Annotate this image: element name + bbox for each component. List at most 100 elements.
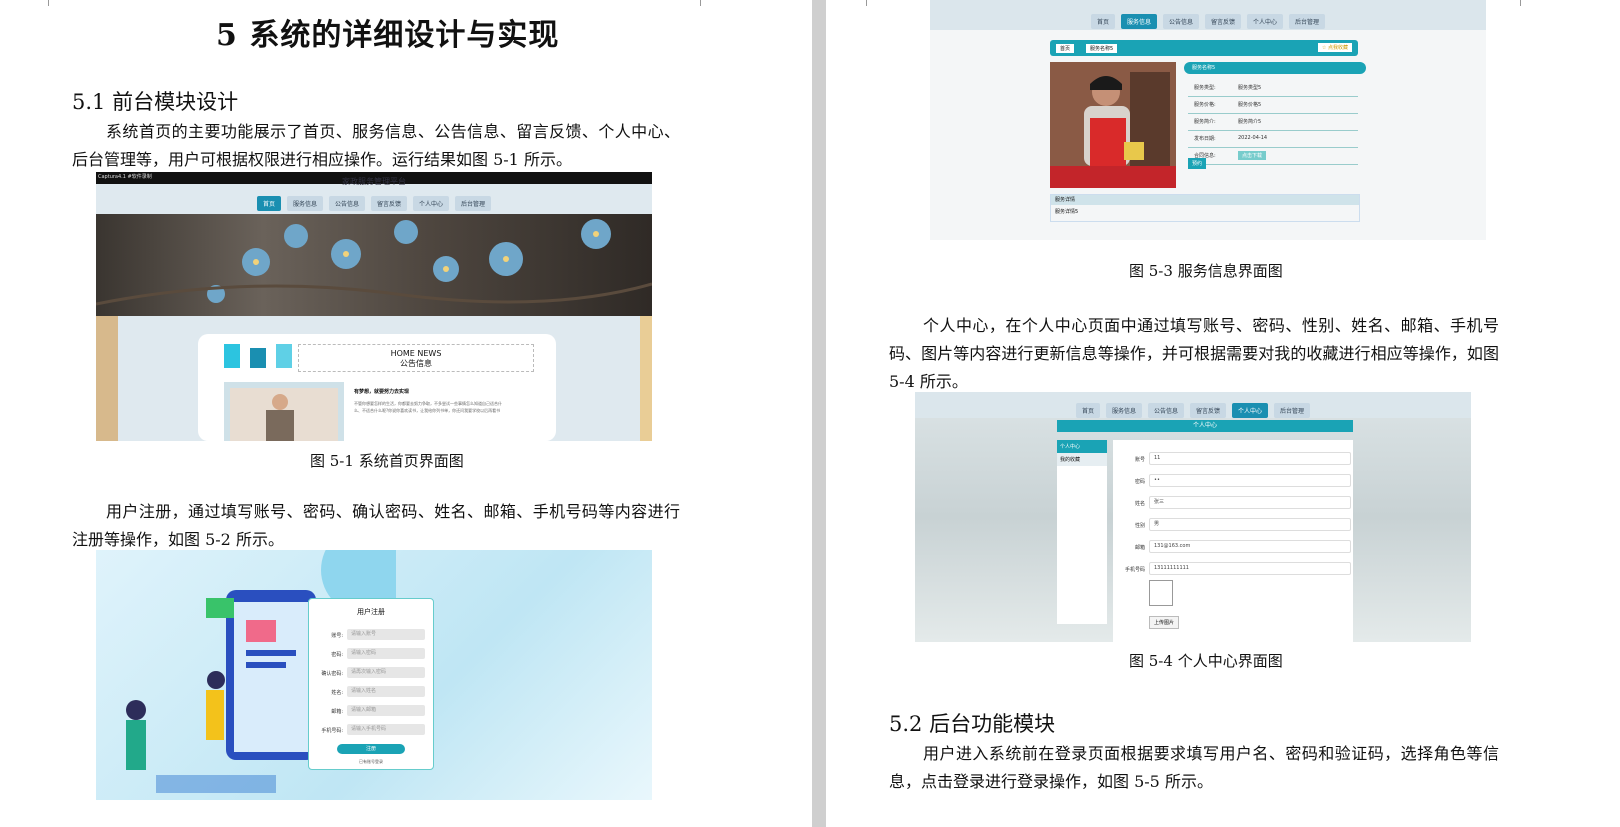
password-field[interactable]: 请输入密码 xyxy=(347,648,425,659)
nav-item-profile[interactable]: 个人中心 xyxy=(1232,403,1269,418)
info-value: 服务价格5 xyxy=(1238,102,1262,108)
upload-image-button[interactable]: 上传图片 xyxy=(1149,616,1180,629)
download-contract-button[interactable]: 点击下载 xyxy=(1238,151,1267,160)
service-image xyxy=(1050,62,1176,188)
detail-tab[interactable]: 服务详情 xyxy=(1051,195,1359,205)
info-row: 服务类型: 服务类型5 xyxy=(1188,80,1358,97)
nav-item-home[interactable]: 首页 xyxy=(1090,14,1115,29)
collect-button[interactable]: ☆ 点我收藏 xyxy=(1317,43,1352,52)
info-key: 服务类型: xyxy=(1194,85,1216,91)
news-subheading: 公告信息 xyxy=(400,359,432,368)
info-value: 2022-04-14 xyxy=(1238,135,1268,141)
service-info-rows: 服务类型: 服务类型5 服务价格: 服务价格5 服务简介: 服务简介5 发布日期: 20… xyxy=(1188,80,1358,165)
info-row: 合同信息: 点击下载 xyxy=(1188,148,1358,165)
account-field[interactable]: 请输入账号 xyxy=(347,629,425,640)
profile-form: 账号 11 密码 •• 姓名 张三 性别 男 邮箱 131@163.com 手机… xyxy=(1113,440,1353,642)
housekeeper-illustration xyxy=(1050,62,1176,188)
nav-item-home[interactable]: 首页 xyxy=(1075,403,1100,418)
document-page-left: 5 系统的详细设计与实现 5.1 前台模块设计 系统首页的主要功能展示了首页、服… xyxy=(0,0,812,827)
register-form: 用户注册 账号: 请输入账号 密码: 请输入密码 确认密码: 请再次输入密码 姓… xyxy=(308,598,434,770)
nav-item-notice[interactable]: 公告信息 xyxy=(328,196,365,211)
password-field[interactable]: •• xyxy=(1149,474,1351,487)
side-decoration xyxy=(96,316,118,441)
nav-item-service[interactable]: 服务信息 xyxy=(286,196,323,211)
email-field[interactable]: 请输入邮箱 xyxy=(347,705,425,716)
book-button[interactable]: 预约 xyxy=(1188,158,1207,169)
gender-select[interactable]: 男 xyxy=(1149,518,1351,531)
figure-profile-screenshot: 首页 服务信息 公告信息 留言反馈 个人中心 后台管理 个人中心 个人中心 我的… xyxy=(915,392,1471,642)
paragraph: 用户注册，通过填写账号、密码、确认密码、姓名、邮箱、手机号码等内容进行注册等操作… xyxy=(72,502,680,549)
nav-item-home[interactable]: 首页 xyxy=(256,196,281,211)
flower-illustration xyxy=(96,219,652,306)
info-value: 服务类型5 xyxy=(1238,85,1262,91)
field-label: 密码: xyxy=(331,652,343,658)
paragraph: 系统首页的主要功能展示了首页、服务信息、公告信息、留言反馈、个人中心、后台管理等… xyxy=(72,122,680,169)
confirm-password-field[interactable]: 请再次输入密码 xyxy=(347,667,425,678)
nav-item-service[interactable]: 服务信息 xyxy=(1105,403,1142,418)
news-thumbnail[interactable] xyxy=(224,382,344,441)
info-row: 发布日期: 2022-04-14 xyxy=(1188,131,1358,148)
info-row: 服务价格: 服务价格5 xyxy=(1188,97,1358,114)
info-row: 服务简介: 服务简介5 xyxy=(1188,114,1358,131)
top-nav: 首页 服务信息 公告信息 留言反馈 个人中心 后台管理 xyxy=(915,403,1471,418)
nav-item-notice[interactable]: 公告信息 xyxy=(1162,14,1199,29)
name-field[interactable]: 张三 xyxy=(1149,496,1351,509)
field-label: 密码 xyxy=(1134,479,1145,485)
site-title: 家政服务管理平台 xyxy=(342,177,406,186)
email-field[interactable]: 131@163.com xyxy=(1149,540,1351,553)
nav-item-admin[interactable]: 后台管理 xyxy=(1274,403,1311,418)
nav-item-feedback[interactable]: 留言反馈 xyxy=(1205,14,1242,29)
nav-item-notice[interactable]: 公告信息 xyxy=(1147,403,1184,418)
figure-caption: 图 5-4 个人中心界面图 xyxy=(1129,652,1283,670)
section-title: 5.2 后台功能模块 xyxy=(889,712,1056,736)
nav-item-profile[interactable]: 个人中心 xyxy=(413,196,450,211)
form-title: 用户注册 xyxy=(357,608,385,616)
document-page-right: 首页 服务信息 公告信息 留言反馈 个人中心 后台管理 首页 服务名称5 ☆ 点… xyxy=(826,0,1620,827)
field-label: 邮箱 xyxy=(1134,545,1145,551)
field-label: 手机号码: xyxy=(321,728,343,734)
register-button[interactable]: 注册 xyxy=(337,744,405,754)
info-key: 服务价格: xyxy=(1194,102,1216,108)
name-field[interactable]: 请输入姓名 xyxy=(347,686,425,697)
news-heading: HOME NEWS xyxy=(390,349,442,358)
field-label: 邮箱: xyxy=(331,709,343,715)
news-panel: HOME NEWS 公告信息 有梦想，就要努力去实现 不管你想要怎样的生活，你都… xyxy=(198,334,556,441)
section-title: 5.1 前台模块设计 xyxy=(72,90,239,114)
news-item-text: 不管你想要怎样的生活，你都要去努力争取，不多尝试一些事情怎么知道自己适合什么、不… xyxy=(354,401,502,413)
nav-item-admin[interactable]: 后台管理 xyxy=(455,196,492,211)
nav-item-feedback[interactable]: 留言反馈 xyxy=(371,196,408,211)
news-item-title[interactable]: 有梦想，就要努力去实现 xyxy=(354,388,409,395)
sidebar-item-profile[interactable]: 个人中心 xyxy=(1057,440,1107,453)
top-nav: 首页 服务信息 公告信息 留言反馈 个人中心 后台管理 xyxy=(930,14,1486,29)
sidebar-item-favorites[interactable]: 我的收藏 xyxy=(1057,453,1107,466)
phone-field[interactable]: 请输入手机号码 xyxy=(347,724,425,735)
avatar-placeholder xyxy=(1149,580,1173,606)
field-label: 姓名: xyxy=(331,690,343,696)
field-label: 手机号码 xyxy=(1124,567,1145,573)
top-nav: 首页 服务信息 公告信息 留言反馈 个人中心 后台管理 xyxy=(96,196,652,211)
decor-block xyxy=(250,348,266,368)
nav-item-profile[interactable]: 个人中心 xyxy=(1247,14,1284,29)
phone-field[interactable]: 13111111111 xyxy=(1149,562,1351,575)
account-field[interactable]: 11 xyxy=(1149,452,1351,465)
nav-item-service[interactable]: 服务信息 xyxy=(1120,14,1157,29)
crop-mark xyxy=(700,0,702,6)
nav-item-feedback[interactable]: 留言反馈 xyxy=(1190,403,1227,418)
field-label: 性别 xyxy=(1134,523,1145,529)
info-value: 服务简介5 xyxy=(1238,119,1262,125)
nav-item-admin[interactable]: 后台管理 xyxy=(1289,14,1326,29)
figure-register-screenshot: 用户注册 账号: 请输入账号 密码: 请输入密码 确认密码: 请再次输入密码 姓… xyxy=(96,550,652,800)
page-gutter xyxy=(812,0,826,827)
field-label: 姓名 xyxy=(1134,501,1145,507)
breadcrumb-home[interactable]: 首页 xyxy=(1056,44,1075,53)
login-link[interactable]: 已有账号登录 xyxy=(309,759,433,765)
paragraph: 用户进入系统前在登录页面根据要求填写用户名、密码和验证码，选择角色等信息，点击登… xyxy=(889,744,1499,791)
figure-service-screenshot: 首页 服务信息 公告信息 留言反馈 个人中心 后台管理 首页 服务名称5 ☆ 点… xyxy=(930,0,1486,240)
chapter-title: 5 系统的详细设计与实现 xyxy=(216,18,560,53)
side-decoration xyxy=(640,316,652,441)
figure-caption: 图 5-3 服务信息界面图 xyxy=(1129,262,1283,280)
decor-block xyxy=(276,344,292,368)
service-name-bar: 服务名称5 xyxy=(1184,62,1366,74)
detail-text: 服务详情5 xyxy=(1055,209,1079,215)
field-label: 确认密码: xyxy=(321,671,343,677)
